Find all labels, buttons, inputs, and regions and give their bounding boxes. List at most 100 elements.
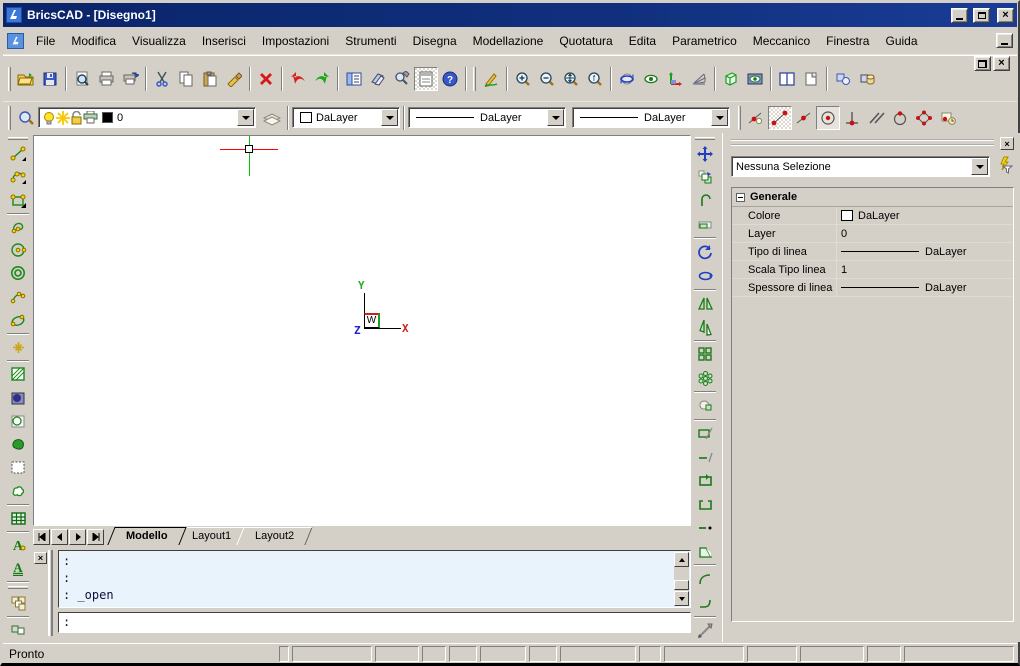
- zoom-out-button[interactable]: [535, 67, 559, 91]
- tile-windows-button[interactable]: [775, 67, 799, 91]
- delete-button[interactable]: [254, 67, 278, 91]
- polyline-tool[interactable]: [5, 188, 31, 211]
- snap-tangent-button[interactable]: [888, 106, 912, 130]
- settings-button[interactable]: [390, 67, 414, 91]
- maximize-button[interactable]: [973, 8, 990, 23]
- drawing-canvas[interactable]: Y W X Z: [33, 135, 691, 526]
- ellipse-tool[interactable]: [5, 285, 31, 308]
- close-polyline-tool[interactable]: [692, 469, 718, 493]
- menu-impostazioni[interactable]: Impostazioni: [254, 30, 337, 52]
- menu-visualizza[interactable]: Visualizza: [124, 30, 194, 52]
- menu-disegna[interactable]: Disegna: [405, 30, 465, 52]
- revision-cloud-tool[interactable]: [5, 479, 31, 502]
- mirror-tool[interactable]: [692, 292, 718, 316]
- arc-tool[interactable]: [5, 165, 31, 188]
- command-scrollbar[interactable]: [674, 552, 689, 606]
- panel-grip[interactable]: [731, 139, 994, 146]
- properties-button[interactable]: [342, 67, 366, 91]
- menu-guida[interactable]: Guida: [877, 30, 925, 52]
- status-cell[interactable]: [904, 646, 1014, 662]
- prop-row-tipo-di-linea[interactable]: Tipo di linea DaLayer: [732, 243, 1013, 261]
- extend-tool[interactable]: [692, 445, 718, 469]
- open-button[interactable]: [14, 67, 38, 91]
- explore-layers-button[interactable]: [14, 106, 38, 130]
- child-restore-button[interactable]: [974, 56, 991, 71]
- fillet-tool[interactable]: [692, 567, 718, 591]
- panels-button[interactable]: [414, 67, 438, 91]
- table-tool[interactable]: [5, 507, 31, 530]
- box-3d-button[interactable]: [719, 67, 743, 91]
- rotate-tool[interactable]: [692, 240, 718, 264]
- status-cell[interactable]: [664, 646, 744, 662]
- redo-button[interactable]: [310, 67, 334, 91]
- menu-quotatura[interactable]: Quotatura: [551, 30, 620, 52]
- minimize-button[interactable]: [951, 8, 968, 23]
- array-tool[interactable]: [692, 343, 718, 367]
- mtext-tool[interactable]: A: [5, 534, 31, 557]
- paste-button[interactable]: [198, 67, 222, 91]
- lineweight-dropdown-arrow[interactable]: [711, 109, 728, 126]
- perspective-button[interactable]: [687, 67, 711, 91]
- copy-button[interactable]: [174, 67, 198, 91]
- command-bar-close-button[interactable]: ×: [34, 552, 47, 564]
- print-export-button[interactable]: [118, 67, 142, 91]
- menu-file[interactable]: File: [28, 30, 63, 52]
- ellipse-arc-tool[interactable]: [5, 309, 31, 332]
- command-input[interactable]: :: [58, 612, 691, 633]
- status-cell[interactable]: [449, 646, 477, 662]
- menu-meccanico[interactable]: Meccanico: [745, 30, 818, 52]
- isolate-entities-button[interactable]: [855, 67, 879, 91]
- layer-dropdown-arrow[interactable]: [237, 109, 254, 126]
- menu-parametrico[interactable]: Parametrico: [664, 30, 745, 52]
- scroll-down-button[interactable]: [674, 591, 689, 606]
- section-generale[interactable]: Generale: [732, 188, 1013, 207]
- command-history[interactable]: : : : _open: [58, 550, 691, 608]
- collapse-icon[interactable]: [736, 193, 745, 202]
- toolbar-grip[interactable]: [8, 137, 28, 140]
- fillet-arc-tool[interactable]: [692, 591, 718, 615]
- selection-filter-icon[interactable]: [996, 156, 1014, 177]
- tab-last-button[interactable]: [87, 529, 104, 545]
- child-close-button[interactable]: ×: [993, 56, 1010, 71]
- stretch-tool[interactable]: [692, 213, 718, 237]
- copy-tool[interactable]: [692, 166, 718, 190]
- donut-tool[interactable]: [5, 262, 31, 285]
- panel-close-button[interactable]: ×: [1000, 137, 1014, 150]
- spline-tool[interactable]: [5, 216, 31, 239]
- rotate-3d-tool[interactable]: [692, 264, 718, 288]
- zoom-extents-button[interactable]: [559, 67, 583, 91]
- color-combo[interactable]: DaLayer: [292, 107, 400, 128]
- match-properties-button[interactable]: [222, 67, 246, 91]
- cut-button[interactable]: [150, 67, 174, 91]
- menu-edita[interactable]: Edita: [621, 30, 664, 52]
- status-cell[interactable]: [560, 646, 636, 662]
- tab-first-button[interactable]: [33, 529, 50, 545]
- move-tool[interactable]: [692, 142, 718, 166]
- selection-combo[interactable]: Nessuna Selezione: [731, 156, 990, 177]
- lineweight-combo[interactable]: DaLayer: [572, 107, 730, 128]
- orbit-button[interactable]: [615, 67, 639, 91]
- scroll-thumb[interactable]: [674, 580, 689, 590]
- tab-prev-button[interactable]: [51, 529, 68, 545]
- zoom-in-button[interactable]: [511, 67, 535, 91]
- color-dropdown-arrow[interactable]: [381, 109, 398, 126]
- break-tool[interactable]: [692, 516, 718, 540]
- undo-button[interactable]: [286, 67, 310, 91]
- solid-tool[interactable]: [5, 433, 31, 456]
- snap-endpoint-button[interactable]: [768, 106, 792, 130]
- array-polar-tool[interactable]: [692, 366, 718, 390]
- render-button[interactable]: [743, 67, 767, 91]
- tab-modello[interactable]: Modello: [107, 527, 186, 545]
- document-icon[interactable]: [7, 33, 24, 49]
- snap-midpoint-button[interactable]: [792, 106, 816, 130]
- status-cell[interactable]: [480, 646, 526, 662]
- status-cell[interactable]: [292, 646, 372, 662]
- trim-tool[interactable]: [692, 422, 718, 446]
- print-button[interactable]: [94, 67, 118, 91]
- save-button[interactable]: [38, 67, 62, 91]
- toolbar-grip[interactable]: [695, 137, 715, 140]
- point-tool[interactable]: [5, 336, 31, 359]
- insert-block-tool[interactable]: [5, 619, 31, 642]
- hatch-tool[interactable]: [5, 363, 31, 386]
- scroll-up-button[interactable]: [674, 552, 689, 567]
